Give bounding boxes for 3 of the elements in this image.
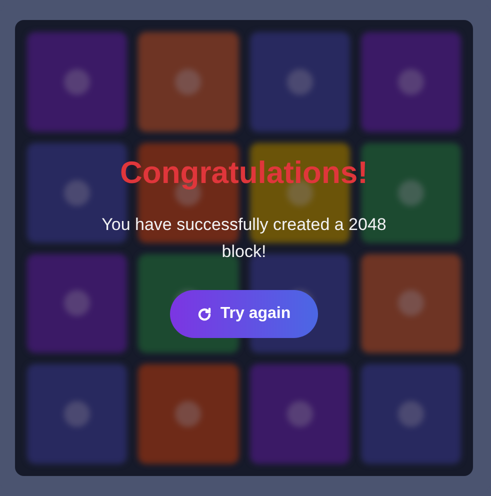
restart-icon	[197, 306, 212, 322]
try-again-button[interactable]: Try again	[170, 290, 318, 338]
win-message: You have successfully created a 2048 block!	[100, 214, 388, 263]
